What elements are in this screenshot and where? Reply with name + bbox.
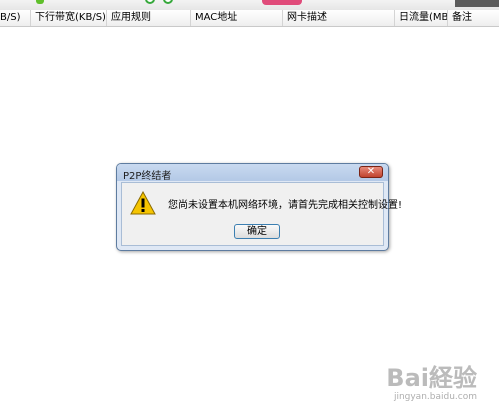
- toolbar-ring-icon[interactable]: [163, 0, 173, 4]
- ok-button[interactable]: 确定: [234, 224, 280, 239]
- watermark-url: jingyan.baidu.com: [393, 392, 477, 402]
- column-header-traffic[interactable]: 日流量(MB): [395, 10, 448, 26]
- toolbar-ring-icon[interactable]: [145, 0, 155, 4]
- toolbar-strip: [0, 0, 499, 10]
- dialog-titlebar[interactable]: P2P终结者 ✕: [117, 164, 388, 182]
- column-header-downlink[interactable]: 下行带宽(KB/S): [31, 10, 107, 26]
- dialog-title: P2P终结者: [123, 171, 172, 182]
- alert-dialog: P2P终结者 ✕ 您尚未设置本机网络环境，请首先完成相关控制设置! 确定: [116, 163, 402, 251]
- table-header: B/S) 下行带宽(KB/S) 应用规则 MAC地址 网卡描述 日流量(MB) …: [0, 10, 499, 27]
- column-header-note[interactable]: 备注: [448, 10, 499, 26]
- column-header-rule[interactable]: 应用规则: [107, 10, 191, 26]
- dialog-body: 您尚未设置本机网络环境，请首先完成相关控制设置! 确定: [121, 182, 402, 246]
- toolbar-corner: [455, 0, 499, 7]
- warning-icon: [130, 191, 156, 215]
- toolbar-tab-partial[interactable]: [262, 0, 302, 5]
- close-icon: ✕: [366, 166, 376, 177]
- watermark-logo: Bai経验: [386, 364, 477, 392]
- dialog-message: 您尚未设置本机网络环境，请首先完成相关控制设置!: [168, 200, 403, 211]
- toolbar-button-partial[interactable]: [36, 0, 44, 4]
- column-header-mac[interactable]: MAC地址: [191, 10, 283, 26]
- watermark: Bai経验 jingyan.baidu.com: [386, 365, 477, 402]
- column-header-nic[interactable]: 网卡描述: [283, 10, 395, 26]
- column-header[interactable]: B/S): [0, 10, 31, 26]
- close-button[interactable]: ✕: [359, 166, 383, 178]
